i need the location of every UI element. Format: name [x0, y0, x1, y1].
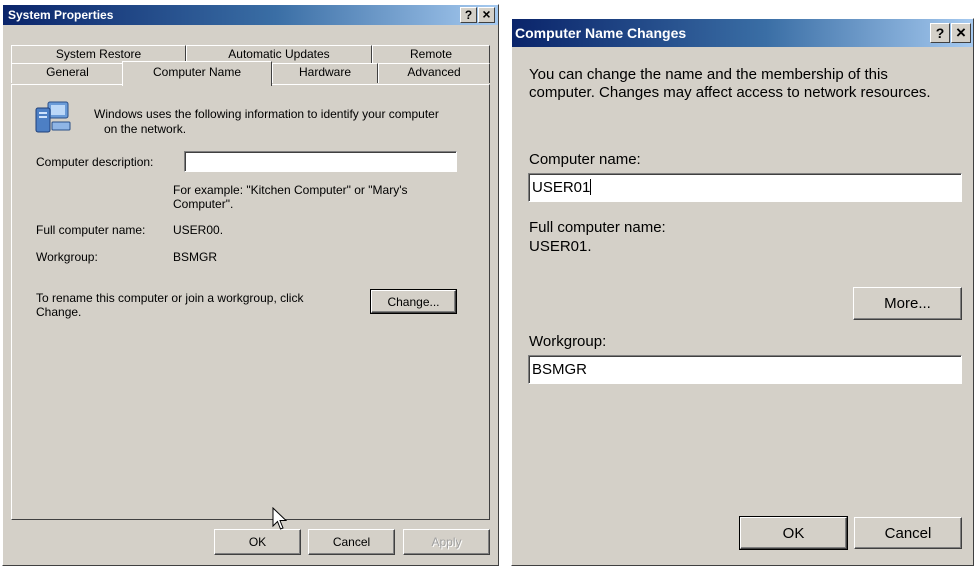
tab-general[interactable]: General — [11, 63, 124, 83]
apply-button[interactable]: Apply — [403, 529, 490, 555]
ok-button[interactable]: OK — [739, 516, 848, 550]
ok-button-label: OK — [782, 524, 805, 542]
help-button[interactable]: ? — [460, 7, 477, 23]
help-button[interactable]: ? — [930, 23, 950, 43]
workgroup-label: Workgroup: — [36, 250, 98, 264]
intro-text-line1: You can change the name and the membersh… — [529, 66, 888, 83]
computer-description-input[interactable] — [184, 151, 457, 172]
apply-button-label: Apply — [431, 535, 462, 549]
cancel-button[interactable]: Cancel — [854, 517, 962, 549]
system-properties-window: System Properties ? × System Restore Aut… — [2, 4, 499, 566]
computer-name-input[interactable]: USER01 — [528, 173, 962, 202]
computer-icon — [34, 100, 74, 136]
change-button-label: Change... — [387, 294, 440, 309]
tab-label: Remote — [409, 47, 453, 61]
tab-advanced[interactable]: Advanced — [378, 63, 490, 83]
tab-label: General — [46, 65, 89, 79]
workgroup-value: BSMGR — [173, 250, 218, 264]
window-title: System Properties — [8, 8, 114, 22]
computer-name-changes-window: Computer Name Changes ? × You can change… — [511, 18, 974, 566]
window-title: Computer Name Changes — [515, 25, 687, 41]
workgroup-value: BSMGR — [532, 361, 588, 378]
tab-label: Hardware — [298, 65, 352, 79]
mouse-cursor-icon — [272, 506, 290, 533]
computer-name-label: Computer name: — [529, 151, 641, 168]
tab-label: Automatic Updates — [228, 47, 330, 61]
title-bar[interactable]: System Properties ? × — [3, 5, 498, 25]
cancel-button-label: Cancel — [332, 535, 371, 549]
close-button[interactable]: × — [951, 23, 971, 43]
full-computer-name-label: Full computer name: — [529, 219, 666, 236]
tab-label: System Restore — [55, 47, 142, 61]
example-text-line1: For example: "Kitchen Computer" or "Mary… — [173, 183, 408, 197]
full-computer-name-value: USER01. — [529, 238, 592, 255]
tab-computer-name[interactable]: Computer Name — [122, 61, 272, 86]
change-button[interactable]: Change... — [370, 289, 457, 314]
info-text-line2: on the network. — [104, 122, 187, 136]
more-button-label: More... — [884, 295, 931, 312]
example-text-line2: Computer". — [173, 197, 234, 211]
text-caret — [590, 179, 592, 195]
info-text-line1: Windows uses the following information t… — [94, 107, 439, 121]
computer-name-value: USER01 — [532, 179, 591, 196]
cancel-button-label: Cancel — [884, 524, 932, 542]
close-button[interactable]: × — [478, 7, 495, 23]
more-button[interactable]: More... — [853, 287, 962, 320]
workgroup-input[interactable]: BSMGR — [528, 355, 962, 384]
tab-label: Computer Name — [152, 65, 242, 79]
rename-text-line2: Change. — [36, 305, 82, 319]
cancel-button[interactable]: Cancel — [308, 529, 395, 555]
full-computer-name-value: USER00. — [173, 223, 224, 237]
tab-hardware[interactable]: Hardware — [272, 63, 378, 83]
ok-button-label: OK — [248, 535, 267, 549]
tab-remote[interactable]: Remote — [372, 45, 490, 64]
intro-text-line2: computer. Changes may affect access to n… — [529, 84, 931, 101]
full-computer-name-label: Full computer name: — [36, 223, 146, 237]
computer-description-label: Computer description: — [36, 155, 154, 169]
title-bar[interactable]: Computer Name Changes ? × — [512, 19, 973, 47]
rename-text-line1: To rename this computer or join a workgr… — [36, 291, 304, 305]
tab-label: Advanced — [407, 65, 461, 79]
workgroup-label: Workgroup: — [529, 333, 607, 350]
